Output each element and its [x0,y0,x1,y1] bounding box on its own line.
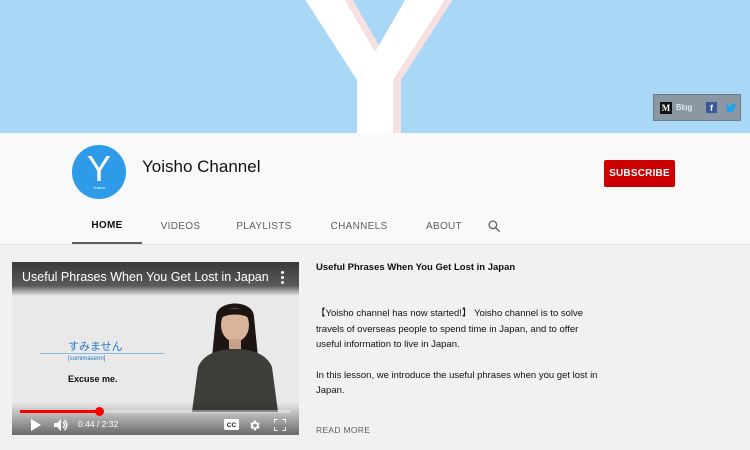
description-paragraph: 【Yoisho channel has now started!】 Yoisho… [316,308,584,350]
video-description: Useful Phrases When You Get Lost in Japa… [316,262,606,414]
video-player[interactable]: Useful Phrases When You Get Lost in Japa… [12,262,299,435]
channel-header: Y Yoisho Yoisho Channel SUBSCRIBE HOME V… [0,133,750,244]
captions-icon[interactable]: CC [224,419,239,430]
channel-banner: M Blog f [0,0,750,133]
progress-knob[interactable] [94,407,104,416]
fullscreen-icon[interactable] [274,419,286,431]
avatar-caption: Yoisho [93,184,105,190]
more-vert-icon[interactable] [281,271,285,285]
time-display: 0:44 / 2:32 [78,419,119,429]
player-controls: 0:44 / 2:32 CC [12,402,299,435]
svg-text:CC: CC [227,422,237,429]
banner-y-logo [305,0,453,133]
channel-avatar[interactable]: Y Yoisho [72,145,126,199]
search-icon[interactable] [479,208,509,244]
progress-bar[interactable] [20,407,291,416]
tab-playlists[interactable]: PLAYLISTS [219,208,309,244]
description-paragraph: In this lesson, we introduce the useful … [316,369,598,397]
featured-section: Useful Phrases When You Get Lost in Japa… [0,244,750,450]
twitter-icon[interactable] [725,102,737,114]
presenter-figure [192,303,278,412]
facebook-icon[interactable]: f [706,102,718,113]
player-title-bar: Useful Phrases When You Get Lost in Japa… [12,262,299,296]
subscribe-button[interactable]: SUBSCRIBE [604,160,675,187]
tab-about[interactable]: ABOUT [409,208,479,244]
settings-gear-icon[interactable] [248,419,261,432]
channel-tabs: HOME VIDEOS PLAYLISTS CHANNELS ABOUT [72,208,509,244]
phrase-divider [40,353,164,354]
blog-link[interactable]: Blog [676,103,692,112]
description-title[interactable]: Useful Phrases When You Get Lost in Japa… [316,262,606,273]
read-more-link[interactable]: READ MORE [316,425,370,435]
tab-channels[interactable]: CHANNELS [309,208,409,244]
volume-icon[interactable] [54,419,69,431]
phrase-english: Excuse me. [68,374,118,384]
description-body: 【Yoisho channel has now started!】 Yoisho… [316,306,606,399]
phrase-card: すみません [sumimasenn] Excuse me. [24,325,164,393]
play-icon[interactable] [30,419,41,431]
medium-icon[interactable]: M [660,101,672,114]
channel-name: Yoisho Channel [142,157,261,176]
phrase-romaji: [sumimasenn] [68,356,106,362]
tab-home[interactable]: HOME [72,208,142,244]
avatar-letter: Y [86,147,111,189]
video-title[interactable]: Useful Phrases When You Get Lost in Japa… [22,270,269,284]
tab-videos[interactable]: VIDEOS [142,208,219,244]
progress-fill [20,410,99,413]
phrase-japanese: すみません [68,340,123,353]
social-links: M Blog f [653,94,741,121]
